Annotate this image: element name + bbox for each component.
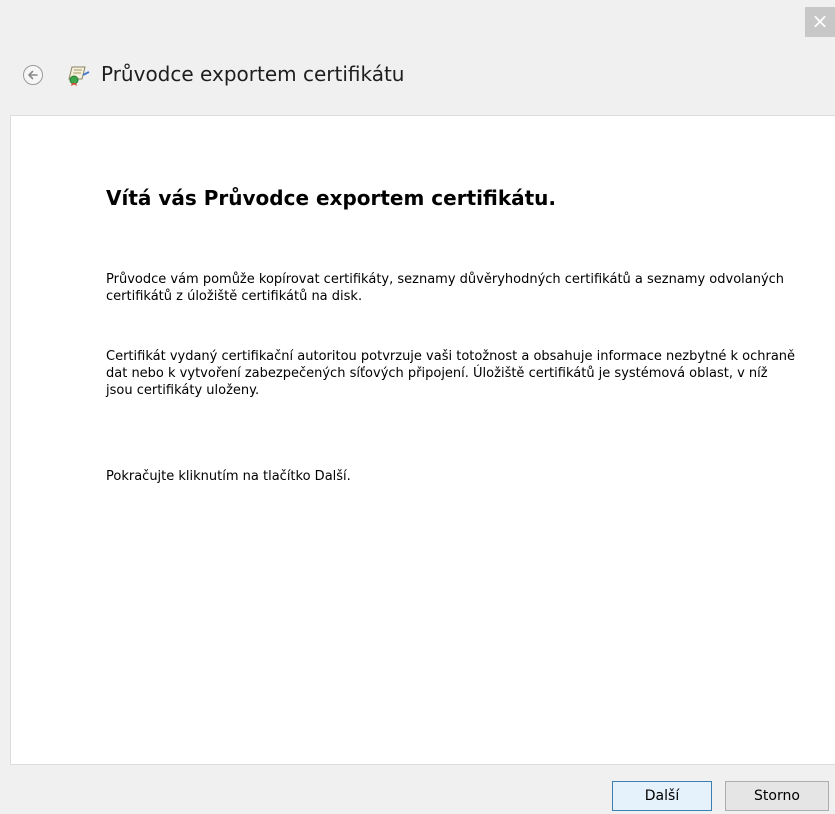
wizard-window: × Průvodce exportem certifikátu Vítá vás… xyxy=(0,0,835,814)
wizard-content-panel: Vítá vás Průvodce exportem certifikátu. … xyxy=(10,115,835,765)
continue-instruction: Pokračujte kliknutím na tlačítko Další. xyxy=(106,469,351,484)
close-button[interactable]: × xyxy=(805,7,835,37)
welcome-heading: Vítá vás Průvodce exportem certifikátu. xyxy=(106,186,557,210)
wizard-footer: Další Storno xyxy=(0,765,835,814)
certificate-icon xyxy=(66,64,90,86)
back-button[interactable] xyxy=(23,65,43,85)
back-arrow-icon xyxy=(28,70,38,80)
title-bar: × xyxy=(0,0,835,50)
certificate-info-paragraph: Certifikát vydaný certifikační autoritou… xyxy=(106,349,796,398)
cancel-button[interactable]: Storno xyxy=(725,781,829,811)
close-icon: × xyxy=(811,9,829,33)
wizard-header: Průvodce exportem certifikátu xyxy=(0,50,835,115)
next-button[interactable]: Další xyxy=(612,781,712,811)
intro-paragraph: Průvodce vám pomůže kopírovat certifikát… xyxy=(106,272,785,304)
wizard-title: Průvodce exportem certifikátu xyxy=(101,62,405,86)
